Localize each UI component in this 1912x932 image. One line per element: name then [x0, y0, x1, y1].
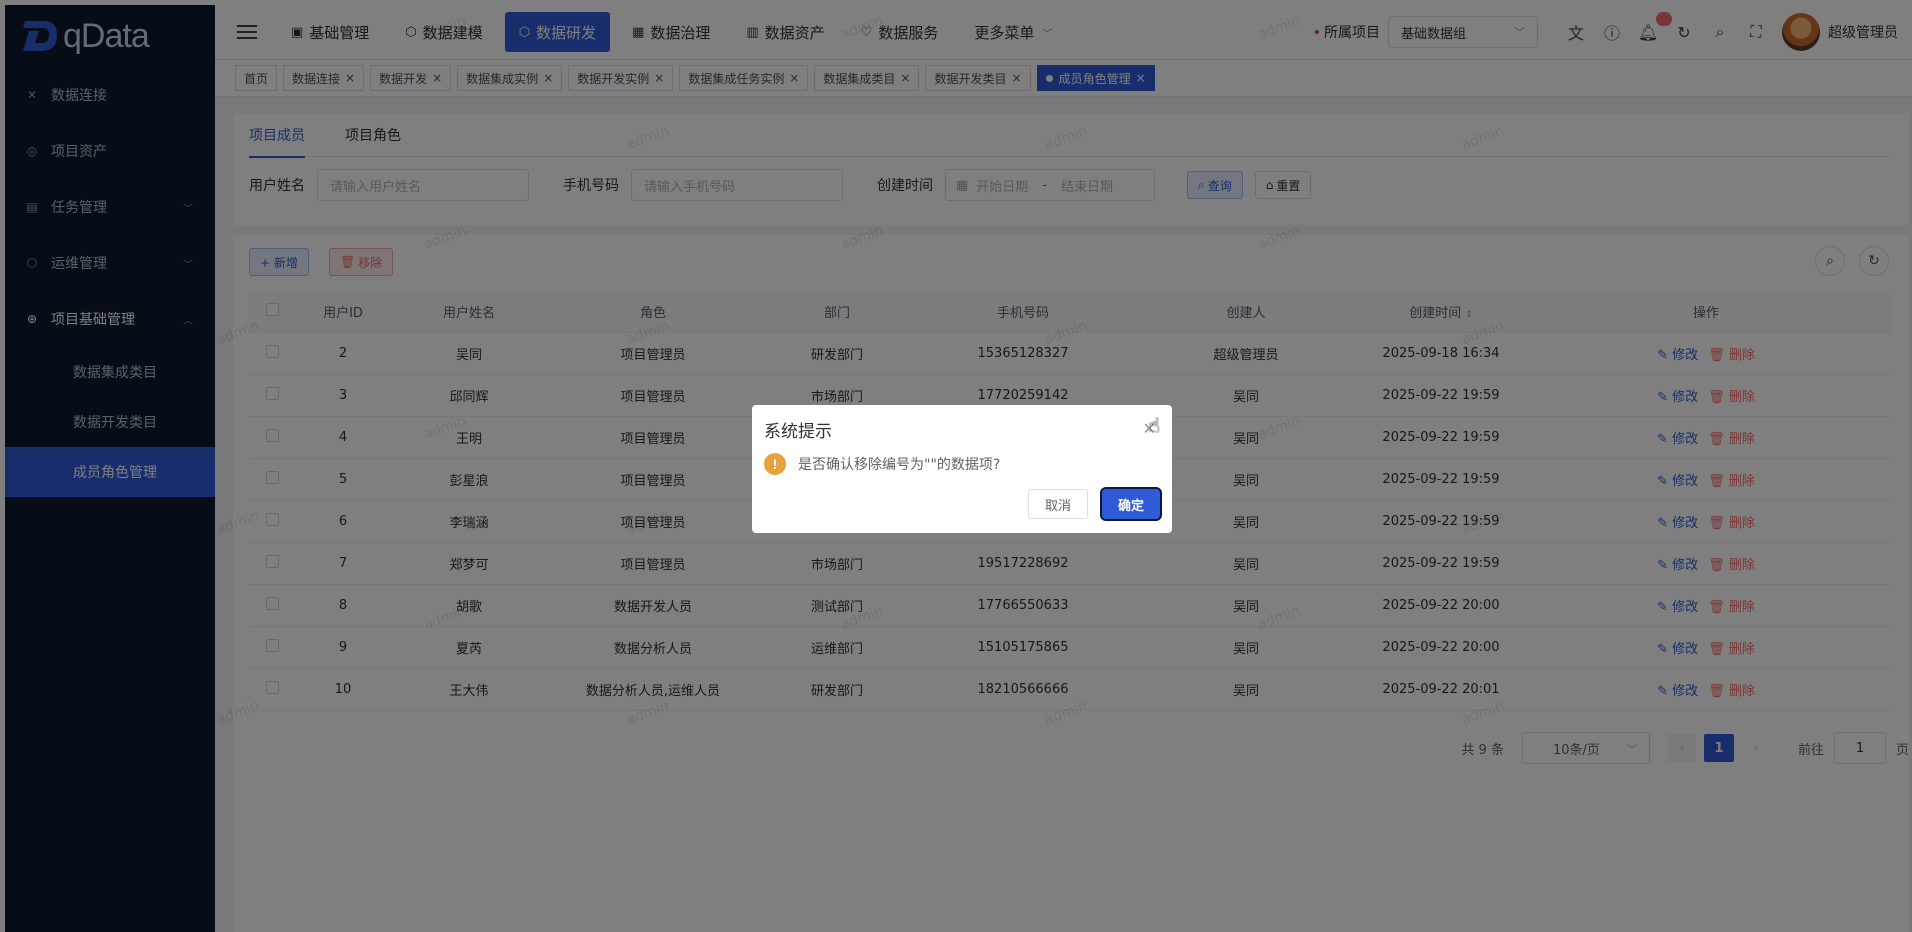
dialog-message: ! 是否确认移除编号为""的数据项? [764, 453, 1000, 475]
confirm-button[interactable]: 确定 [1102, 489, 1160, 519]
warning-icon: ! [764, 453, 786, 475]
confirm-dialog: 系统提示 ✕ ! 是否确认移除编号为""的数据项? 取消 确定 [752, 405, 1172, 533]
dialog-message-text: 是否确认移除编号为""的数据项? [798, 457, 1001, 473]
cancel-button[interactable]: 取消 [1028, 489, 1088, 519]
dialog-title: 系统提示 [764, 422, 832, 442]
hand-cursor-icon: ☝ [1148, 413, 1161, 437]
